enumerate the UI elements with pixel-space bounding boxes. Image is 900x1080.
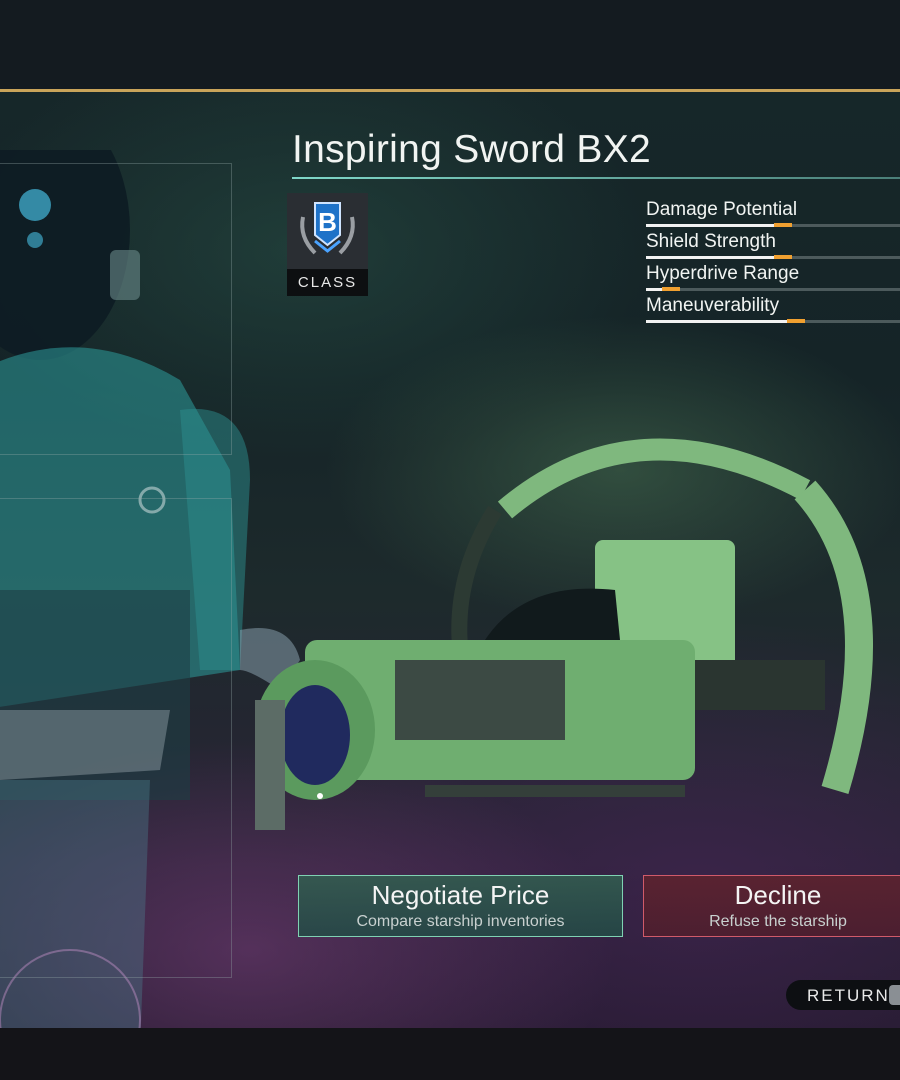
stat-row: Shield Strength bbox=[646, 229, 900, 261]
negotiate-price-subtitle: Compare starship inventories bbox=[356, 913, 565, 930]
stat-bar bbox=[646, 255, 900, 259]
decline-subtitle: Refuse the starship bbox=[709, 913, 847, 930]
negotiate-price-button[interactable]: Negotiate Price Compare starship invento… bbox=[298, 875, 623, 937]
decline-button[interactable]: Decline Refuse the starship bbox=[643, 875, 900, 937]
stat-bar bbox=[646, 319, 900, 323]
return-button[interactable]: RETURN bbox=[786, 980, 900, 1010]
top-bar bbox=[0, 0, 900, 90]
stat-bar-fill bbox=[646, 224, 778, 227]
stat-bar bbox=[646, 287, 900, 291]
stat-bar-marker bbox=[774, 255, 792, 259]
stat-row: Maneuverability bbox=[646, 293, 900, 325]
starship-model bbox=[255, 438, 873, 830]
bottom-bar bbox=[0, 1028, 900, 1080]
keyboard-key-icon bbox=[889, 985, 900, 1005]
class-letter: B bbox=[318, 207, 337, 237]
stat-row: Damage Potential bbox=[646, 197, 900, 229]
stat-label: Maneuverability bbox=[646, 295, 780, 316]
decline-label: Decline bbox=[734, 880, 822, 910]
character-frame-top bbox=[0, 163, 232, 455]
stat-bar-marker bbox=[787, 319, 805, 323]
stat-label: Hyperdrive Range bbox=[646, 263, 800, 284]
return-label: RETURN bbox=[807, 986, 890, 1005]
laurel-shield-icon: B bbox=[300, 202, 355, 255]
stat-bar bbox=[646, 223, 900, 227]
negotiate-price-label: Negotiate Price bbox=[371, 880, 550, 910]
stat-row: Hyperdrive Range bbox=[646, 261, 900, 293]
stat-bar-fill bbox=[646, 256, 778, 259]
class-label: CLASS bbox=[287, 269, 368, 296]
stat-label: Shield Strength bbox=[646, 231, 776, 252]
class-badge: B CLASS bbox=[287, 193, 368, 296]
title-underline bbox=[292, 177, 900, 179]
ship-name-title: Inspiring Sword BX2 bbox=[292, 128, 652, 171]
stat-bar-fill bbox=[646, 320, 791, 323]
stat-bar-marker bbox=[662, 287, 680, 291]
top-divider bbox=[0, 89, 900, 92]
stat-label: Damage Potential bbox=[646, 199, 798, 220]
stat-bar-marker bbox=[774, 223, 792, 227]
